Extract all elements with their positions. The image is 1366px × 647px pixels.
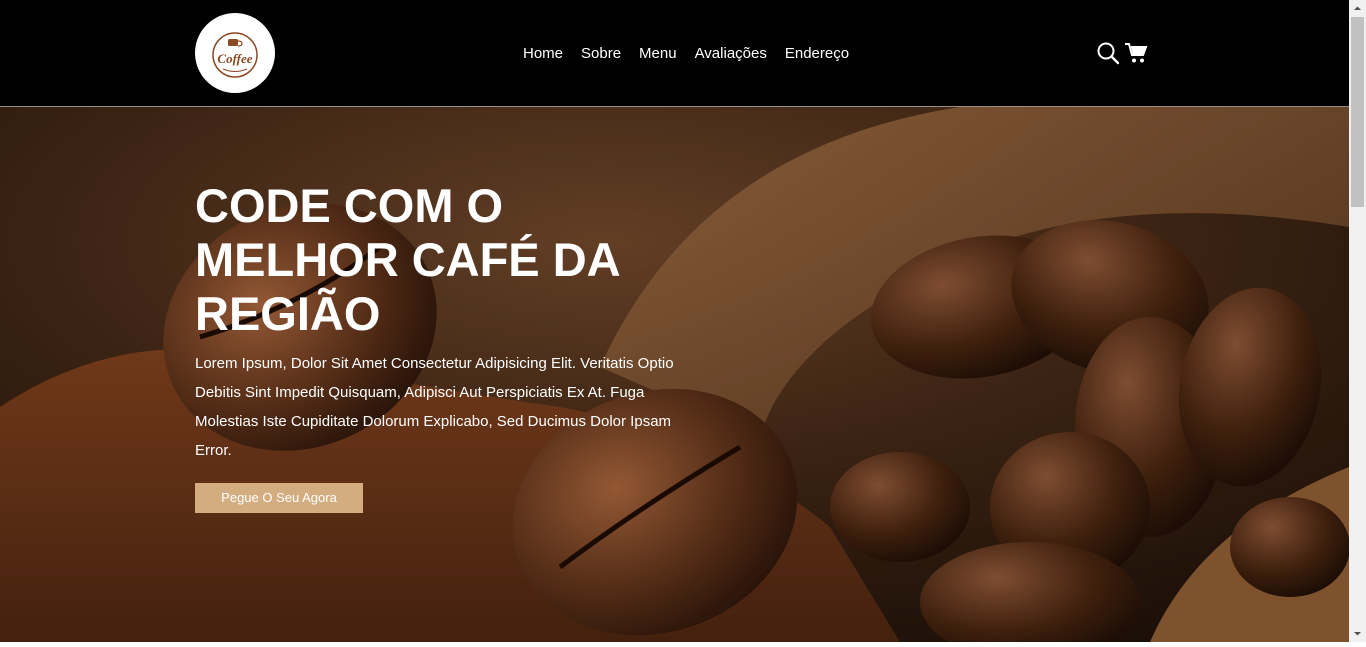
site-header: Coffee Home Sobre Menu Avaliações Endere… [0,0,1349,107]
header-icons [1096,41,1148,65]
hero-section: CODE COM O MELHOR CAFÉ DA REGIÃO Lorem I… [0,107,1349,642]
scroll-down-arrow-icon[interactable] [1349,625,1366,642]
hero-title: CODE COM O MELHOR CAFÉ DA REGIÃO [195,179,619,340]
logo[interactable]: Coffee [195,13,275,93]
coffee-cup-icon: Coffee [212,32,258,78]
get-yours-button[interactable]: Pegue O Seu Agora [195,483,363,513]
hero-content: CODE COM O MELHOR CAFÉ DA REGIÃO Lorem I… [195,179,675,513]
nav-item-endereco[interactable]: Endereço [776,45,858,62]
page: Coffee Home Sobre Menu Avaliações Endere… [0,0,1349,642]
search-icon[interactable] [1096,41,1120,65]
scroll-up-arrow-icon[interactable] [1349,0,1366,17]
hero-description: Lorem Ipsum, Dolor Sit Amet Consectetur … [195,355,674,459]
cart-icon[interactable] [1124,41,1148,65]
scrollbar[interactable] [1349,0,1366,642]
nav-item-home[interactable]: Home [514,45,572,62]
logo-text: Coffee [217,51,252,66]
nav-item-avaliacoes[interactable]: Avaliações [686,45,776,62]
nav-item-sobre[interactable]: Sobre [572,45,630,62]
scroll-thumb[interactable] [1351,17,1364,207]
main-nav: Home Sobre Menu Avaliações Endereço [514,45,858,62]
nav-item-menu[interactable]: Menu [630,45,686,62]
